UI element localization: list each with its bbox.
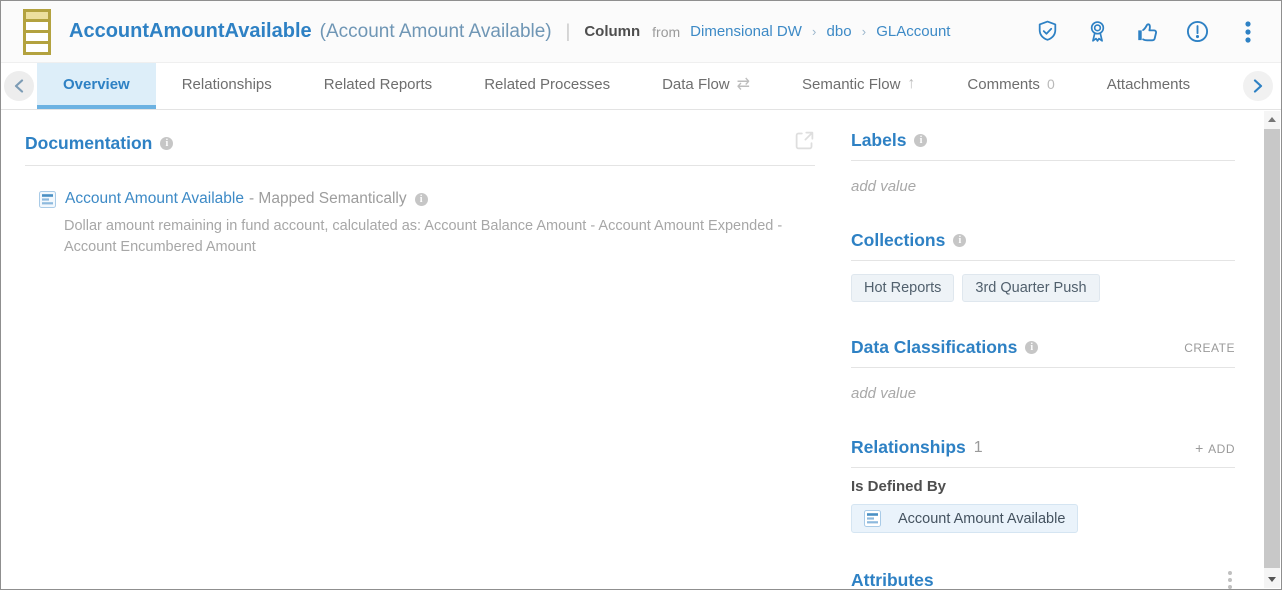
attributes-title: Attributes — [851, 570, 934, 590]
data-classifications-title: Data Classifications — [851, 337, 1017, 358]
labels-add-value[interactable]: add value — [851, 178, 1235, 195]
page-title: AccountAmountAvailable — [69, 20, 312, 43]
labels-section: Labels add value — [851, 130, 1235, 195]
create-button[interactable]: CREATE — [1184, 341, 1235, 355]
tab-relationships[interactable]: Relationships — [156, 63, 298, 109]
breadcrumb: Dimensional DW › dbo › GLAccount — [690, 23, 950, 40]
tab-related-processes[interactable]: Related Processes — [458, 63, 636, 109]
tabs-scroll-right-button[interactable] — [1243, 71, 1273, 101]
tab-attachments[interactable]: Attachments — [1081, 63, 1216, 109]
breadcrumb-system[interactable]: Dimensional DW — [690, 23, 802, 40]
term-description: Dollar amount remaining in fund account,… — [64, 216, 809, 258]
relationship-item-label: Account Amount Available — [898, 511, 1065, 527]
business-term-icon — [39, 191, 56, 208]
documentation-term-row: Account Amount Available - Mapped Semant… — [39, 190, 815, 208]
breadcrumb-schema[interactable]: dbo — [827, 23, 852, 40]
tabs-scroll-left-button[interactable] — [4, 71, 34, 101]
business-term-icon — [864, 510, 881, 527]
collection-chip[interactable]: Hot Reports — [851, 274, 954, 302]
info-icon[interactable] — [415, 193, 428, 206]
scrollbar-thumb[interactable] — [1264, 129, 1280, 568]
page-subtitle: (Account Amount Available) — [320, 21, 552, 43]
info-icon[interactable] — [1025, 341, 1038, 354]
attributes-menu-kebab-icon[interactable] — [1225, 568, 1235, 590]
data-classifications-section: Data Classifications CREATE add value — [851, 337, 1235, 402]
asset-type-label: Column — [584, 23, 640, 40]
tab-bar: Overview Relationships Related Reports R… — [1, 63, 1281, 110]
relationships-count: 1 — [974, 439, 983, 457]
alert-circle-icon[interactable] — [1184, 18, 1211, 45]
collection-chip[interactable]: 3rd Quarter Push — [962, 274, 1099, 302]
vertical-scrollbar[interactable] — [1264, 111, 1280, 588]
collections-section: Collections Hot Reports 3rd Quarter Push — [851, 230, 1235, 302]
column-type-icon — [23, 9, 51, 55]
attributes-section: Attributes COLUMN — [851, 568, 1235, 590]
open-in-new-window-icon[interactable] — [794, 130, 815, 156]
scroll-down-button[interactable] — [1264, 571, 1280, 588]
info-icon[interactable] — [953, 234, 966, 247]
info-icon[interactable] — [914, 134, 927, 147]
tab-overview[interactable]: Overview — [37, 63, 156, 109]
info-icon[interactable] — [160, 137, 173, 150]
app-window: AccountAmountAvailable (Account Amount A… — [0, 0, 1282, 590]
from-label: from — [652, 24, 680, 40]
add-relationship-button[interactable]: ADD — [1195, 440, 1235, 456]
certification-ribbon-icon[interactable] — [1084, 18, 1111, 45]
term-link[interactable]: Account Amount Available — [65, 190, 244, 208]
thumbs-up-icon[interactable] — [1134, 18, 1161, 45]
more-kebab-icon[interactable] — [1234, 18, 1261, 45]
header-divider: | — [566, 21, 571, 42]
tab-related-reports[interactable]: Related Reports — [298, 63, 458, 109]
scroll-up-button[interactable] — [1264, 111, 1280, 128]
relationships-title: Relationships — [851, 437, 966, 458]
up-arrow-icon: ↑ — [907, 75, 915, 93]
relationship-group-label: Is Defined By — [851, 478, 1235, 495]
documentation-title: Documentation — [25, 133, 152, 154]
data-flow-arrows-icon: ⇄ — [737, 74, 750, 94]
header-actions — [1034, 18, 1261, 45]
breadcrumb-table[interactable]: GLAccount — [876, 23, 950, 40]
content-area: Documentation Account Amount Avail — [1, 110, 1281, 590]
labels-title: Labels — [851, 130, 906, 151]
shield-check-icon[interactable] — [1034, 18, 1061, 45]
tab-comments[interactable]: Comments 0 — [941, 63, 1080, 109]
documentation-panel: Documentation Account Amount Avail — [25, 130, 815, 590]
page-header: AccountAmountAvailable (Account Amount A… — [1, 1, 1281, 63]
comments-count: 0 — [1047, 76, 1055, 92]
tab-data-flow[interactable]: Data Flow ⇄ — [636, 63, 776, 109]
details-sidebar: Labels add value Collections Hot Reports… — [851, 130, 1235, 590]
collections-title: Collections — [851, 230, 945, 251]
breadcrumb-separator: › — [862, 24, 866, 39]
data-classifications-add-value[interactable]: add value — [851, 385, 1235, 402]
term-suffix: - Mapped Semantically — [249, 190, 407, 208]
tab-semantic-flow[interactable]: Semantic Flow ↑ — [776, 63, 941, 109]
relationship-item[interactable]: Account Amount Available — [851, 504, 1078, 533]
breadcrumb-separator: › — [812, 24, 816, 39]
relationships-section: Relationships 1 ADD Is Defined By Accoun… — [851, 437, 1235, 533]
